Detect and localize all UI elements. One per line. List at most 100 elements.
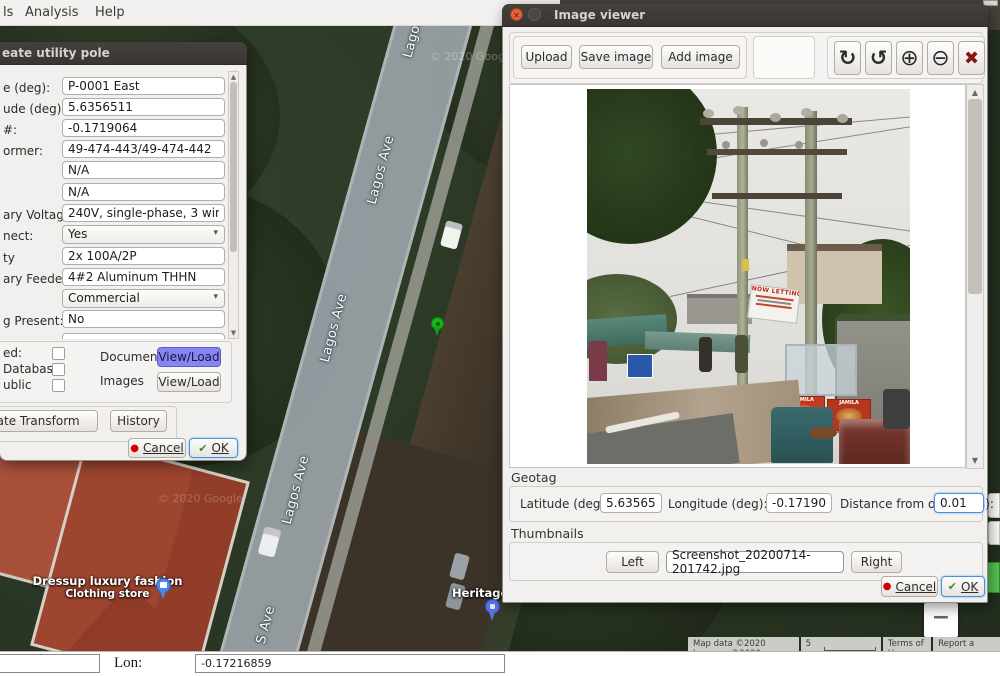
marker-tip <box>434 327 440 336</box>
add-image-button[interactable]: Add image <box>661 45 740 69</box>
rotate-ccw-icon[interactable]: ↺ <box>865 41 892 75</box>
thumbnails-heading: Thumbnails <box>511 526 584 541</box>
google-watermark: © 2020 Google <box>158 492 243 505</box>
scroll-down-icon[interactable]: ▼ <box>967 456 983 465</box>
car <box>439 220 464 250</box>
pole-name-field[interactable] <box>62 77 225 95</box>
person <box>699 337 712 372</box>
field-label: g Present: <box>3 314 64 328</box>
insulator <box>770 113 781 122</box>
coordinate-transform-button[interactable]: rdinate Transform <box>0 410 98 432</box>
menu-item-tools[interactable]: ls <box>3 5 13 20</box>
scroll-down-icon[interactable]: ▼ <box>229 329 238 337</box>
dropdown-arrow-icon: ▾ <box>213 228 218 238</box>
cancel-button[interactable]: ● Cancel <box>128 438 186 458</box>
create-pole-title: eate utility pole <box>2 46 110 60</box>
cut-widget-green <box>986 562 1000 593</box>
category-select[interactable]: Commercial ▾ <box>62 289 225 308</box>
ok-button[interactable]: ✔ OK <box>189 438 238 458</box>
image-viewer-title: Image viewer <box>554 8 646 22</box>
map-zoom-out-button[interactable]: − <box>924 603 958 637</box>
scroll-up-icon[interactable]: ▲ <box>229 73 238 81</box>
rotate-cw-icon[interactable]: ↻ <box>834 41 861 75</box>
present-field[interactable] <box>62 310 225 328</box>
ok-check-icon: ✔ <box>198 441 208 455</box>
terms-link[interactable]: Terms of Use <box>882 637 932 651</box>
zoom-in-icon[interactable]: ⊕ <box>896 41 923 75</box>
thumbnail-filename: Screenshot_20200714-201742.jpg <box>666 548 844 576</box>
viewer-ok-button[interactable]: ✔ OK <box>941 576 985 597</box>
building <box>787 244 882 304</box>
field-label: nect: <box>3 229 34 243</box>
connect-select[interactable]: Yes ▾ <box>62 225 225 244</box>
furniture <box>883 389 910 429</box>
marker-tip <box>160 591 166 599</box>
letting-sign: NOW LETTING <box>747 284 801 324</box>
scrollbar-thumb[interactable] <box>968 99 982 294</box>
viewer-cancel-button[interactable]: ● Cancel <box>881 576 938 597</box>
cancel-label: Cancel <box>895 579 937 594</box>
distance-field[interactable] <box>934 493 984 513</box>
form-scrollbar[interactable]: ▲ ▼ <box>228 71 239 339</box>
map-scale: 5 m <box>800 637 881 651</box>
menu-item-analysis[interactable]: Analysis <box>25 5 79 20</box>
document-view-load-button[interactable]: View/Load <box>157 347 221 367</box>
images-view-load-button[interactable]: View/Load <box>157 372 221 392</box>
connect-value: Yes <box>68 227 88 241</box>
image-viewer-titlebar[interactable]: ✕ Image viewer <box>502 4 988 27</box>
field-label: ormer: <box>3 144 43 158</box>
next-field-partial[interactable] <box>62 333 225 339</box>
lat-status-field[interactable] <box>0 654 100 673</box>
marker-dot <box>435 321 440 326</box>
pole-form-scroll-area[interactable]: e (deg): ude (deg): #: ormer: ary Voltag… <box>0 71 240 339</box>
longitude-field[interactable] <box>62 119 225 137</box>
field-label: ude (deg): <box>3 102 66 116</box>
dropdown-arrow-icon: ▾ <box>213 292 218 302</box>
transformer-field[interactable] <box>62 161 225 179</box>
pole-number-field[interactable] <box>62 140 225 158</box>
map-attribution: Map data ©2020 Imagery ©2020 5 m Terms o… <box>688 637 1000 651</box>
secondary-field[interactable] <box>62 183 225 201</box>
maximize-icon[interactable] <box>528 8 541 21</box>
checkbox-database[interactable] <box>52 363 65 376</box>
zoom-out-icon[interactable]: ⊖ <box>927 41 954 75</box>
latitude-field[interactable] <box>62 98 225 116</box>
person <box>735 335 748 373</box>
scroll-up-icon[interactable]: ▲ <box>967 88 983 97</box>
pin-glyph <box>490 604 495 609</box>
toolbar-spacer-box <box>753 36 815 79</box>
close-icon[interactable]: ✕ <box>510 8 523 21</box>
create-pole-titlebar[interactable]: eate utility pole <box>0 42 247 65</box>
images-label: Images <box>100 374 144 388</box>
checkbox-public[interactable] <box>52 379 65 392</box>
insulator <box>703 109 714 118</box>
scale-label: 5 m <box>805 639 814 651</box>
lon-label: Lon: <box>114 655 143 671</box>
report-error-link[interactable]: Report a map error <box>933 637 1000 651</box>
insulator <box>795 141 803 149</box>
filename-text: Screenshot_20200714-201742.jpg <box>672 548 811 576</box>
canvas-scrollbar[interactable]: ▲ ▼ <box>966 84 984 469</box>
marker-tip <box>489 612 495 621</box>
checkbox-verified[interactable] <box>52 347 65 360</box>
insulator <box>722 141 730 149</box>
menu-item-help[interactable]: Help <box>95 5 125 20</box>
voltage-field[interactable] <box>62 204 225 222</box>
feeder-field[interactable] <box>62 268 225 286</box>
capacity-field[interactable] <box>62 247 225 265</box>
thumbnail-right-button[interactable]: Right <box>851 551 902 573</box>
tree <box>587 89 717 244</box>
side-table <box>809 427 837 439</box>
geotag-longitude-field[interactable] <box>766 493 832 513</box>
lon-status-field[interactable] <box>195 654 505 673</box>
history-button[interactable]: History <box>110 410 167 432</box>
create-pole-dialog: eate utility pole e (deg): ude (deg): #:… <box>0 42 247 461</box>
upload-button[interactable]: Upload <box>521 45 572 69</box>
image-canvas[interactable]: NOW LETTING JAMILA JAMILA <box>509 84 966 468</box>
geotag-latitude-field[interactable] <box>600 493 662 513</box>
scrollbar-thumb[interactable] <box>230 82 237 252</box>
thumbnail-left-button[interactable]: Left <box>606 551 659 573</box>
delete-image-icon[interactable]: ✖ <box>958 41 985 75</box>
field-label: e (deg): <box>3 81 51 95</box>
save-image-button[interactable]: Save image <box>579 45 653 69</box>
